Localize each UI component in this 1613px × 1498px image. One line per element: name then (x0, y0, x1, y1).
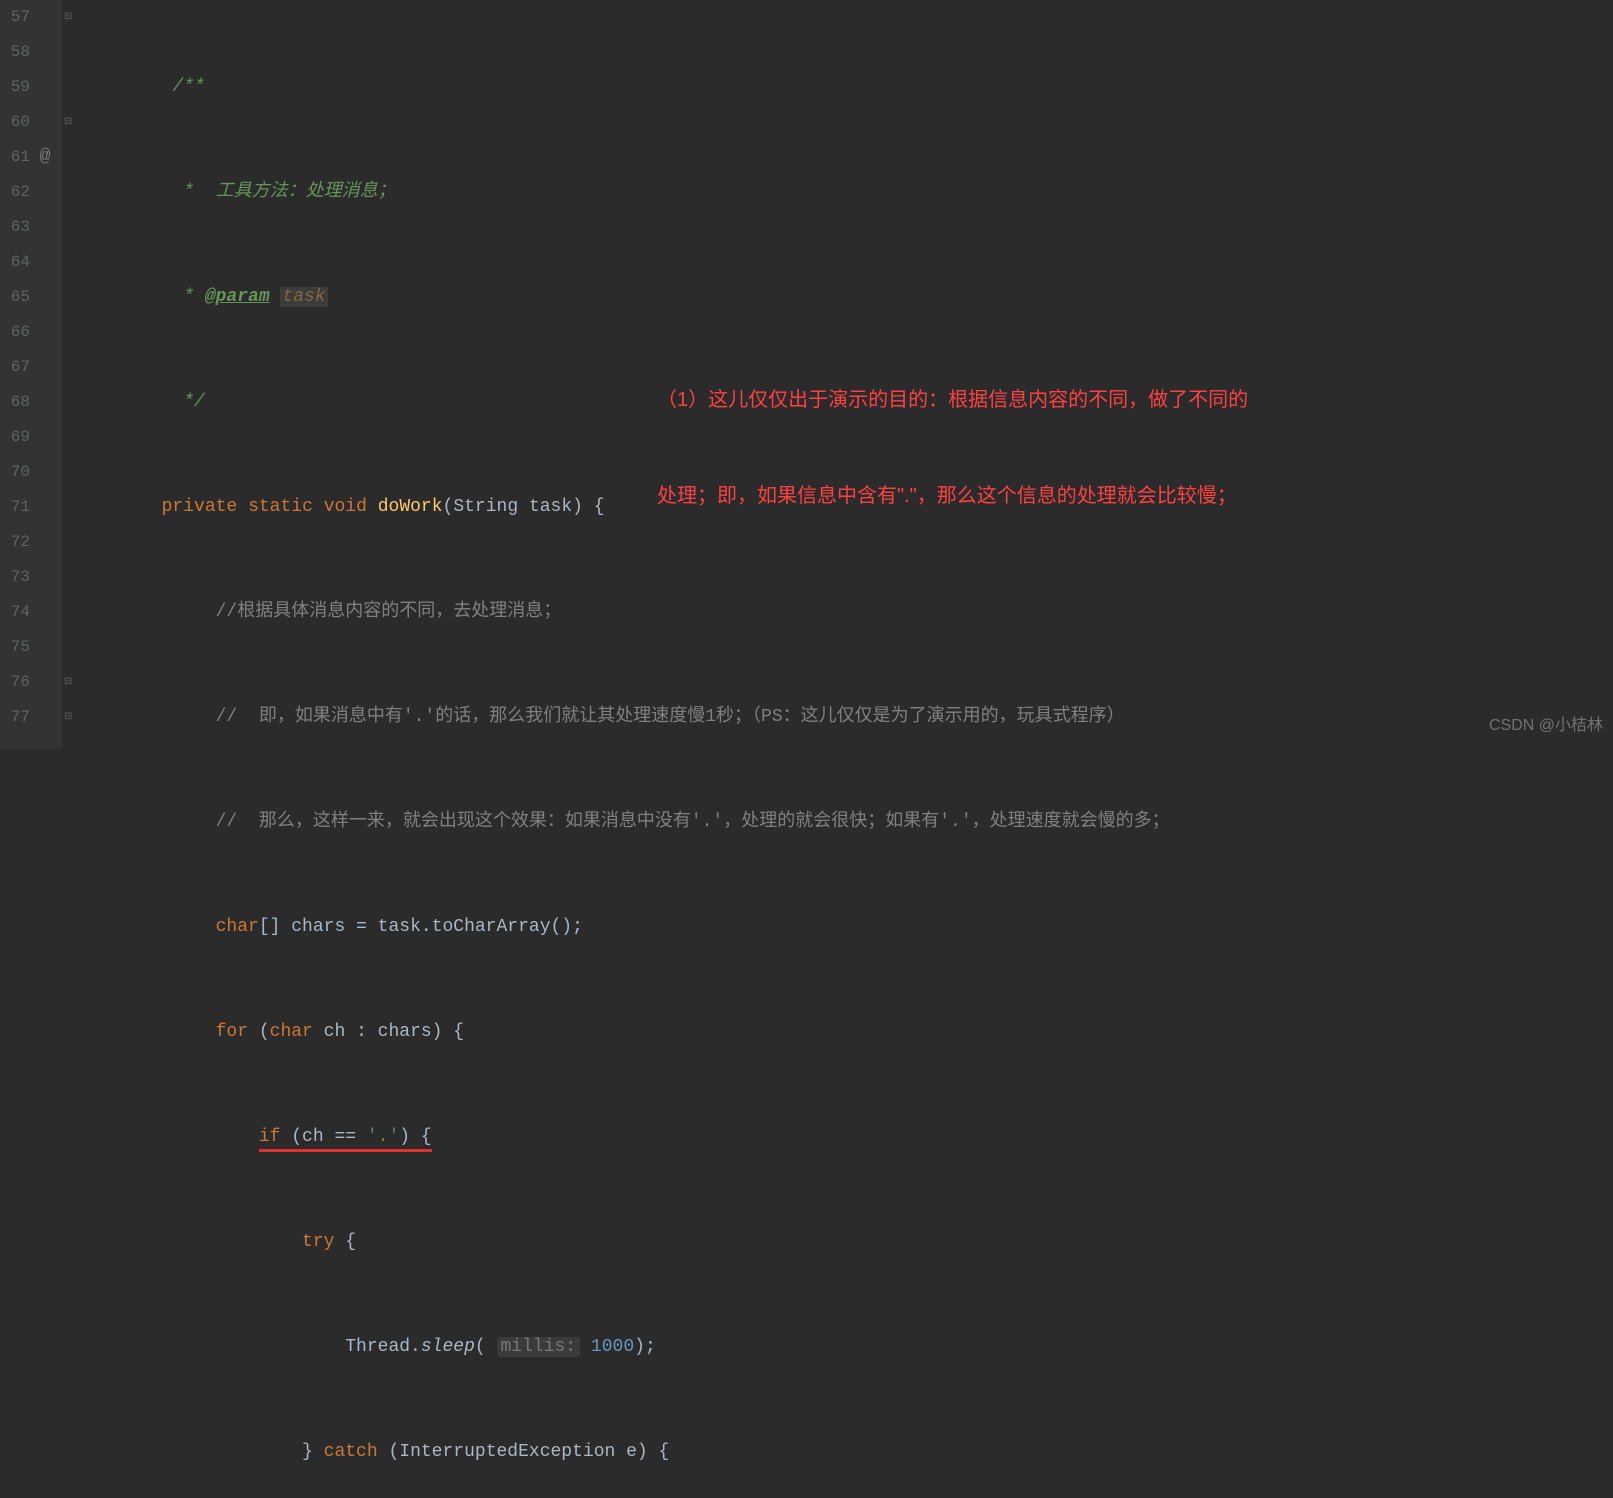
code-text: private static void doWork(String task) … (86, 490, 605, 525)
fold-end-icon[interactable]: ⊟ (64, 665, 72, 700)
line-number: 70 (4, 455, 30, 490)
code-text: char[] chars = task.toCharArray(); (86, 910, 583, 945)
line-number: 65 (4, 280, 30, 315)
line-number: 64 (4, 245, 30, 280)
line-number: 68 (4, 385, 30, 420)
code-text: * 工具方法：处理消息； (86, 175, 396, 210)
line-number: 58 (4, 35, 30, 70)
code-text: */ (86, 385, 205, 420)
line-number: 77 (4, 700, 30, 735)
code-text: if (ch == '.') { (86, 1120, 432, 1155)
watermark: CSDN @小桔林 (1489, 708, 1603, 743)
code-text: // 即，如果消息中有'.'的话，那么我们就让其处理速度慢1秒；（PS：这儿仅仅… (86, 700, 1125, 735)
line-number: 75 (4, 630, 30, 665)
line-number: 71 (4, 490, 30, 525)
line-number: 76 (4, 665, 30, 700)
line-number: 73 (4, 560, 30, 595)
code-text: Thread.sleep( millis: 1000); (86, 1330, 656, 1365)
fold-marker-icon[interactable]: ⊟ (64, 0, 72, 35)
line-number: 72 (4, 525, 30, 560)
code-text: // 那么，这样一来，就会出现这个效果：如果消息中没有'.'，处理的就会很快；如… (86, 805, 1170, 840)
annotation-line: 处理；即，如果信息中含有"."，那么这个信息的处理就会比较慢； (657, 480, 1607, 512)
annotation-line: （1）这儿仅仅出于演示的目的：根据信息内容的不同，做了不同的 (657, 384, 1607, 416)
code-editor: 57 58 59 60 61@ 62 63 64 65 66 67 68 69 … (0, 0, 1613, 749)
line-number: 67 (4, 350, 30, 385)
line-number-gutter: 57 58 59 60 61@ 62 63 64 65 66 67 68 69 … (0, 0, 62, 749)
code-text: /** (86, 70, 205, 105)
line-number: 57 (4, 0, 30, 35)
line-number: 61 (4, 140, 30, 175)
override-gutter-icon[interactable]: @ (30, 140, 52, 175)
code-text-area[interactable]: /** * 工具方法：处理消息； * @param task */ privat… (82, 0, 1613, 749)
fold-end-icon[interactable]: ⊟ (64, 700, 72, 735)
line-number: 59 (4, 70, 30, 105)
code-text: * @param task (86, 280, 328, 315)
code-text: } catch (InterruptedException e) { (86, 1435, 669, 1470)
fold-end-icon[interactable]: ⊟ (64, 105, 72, 140)
line-number: 60 (4, 105, 30, 140)
line-number: 63 (4, 210, 30, 245)
code-text: for (char ch : chars) { (86, 1015, 464, 1050)
line-number: 74 (4, 595, 30, 630)
fold-gutter: ⊟ ⊟ ⊟ ⊟ (62, 0, 82, 749)
line-number: 66 (4, 315, 30, 350)
annotation-overlay: （1）这儿仅仅出于演示的目的：根据信息内容的不同，做了不同的 处理；即，如果信息… (657, 320, 1607, 576)
line-number: 62 (4, 175, 30, 210)
code-text: try { (86, 1225, 356, 1260)
code-text: //根据具体消息内容的不同，去处理消息； (86, 595, 561, 630)
line-number: 69 (4, 420, 30, 455)
